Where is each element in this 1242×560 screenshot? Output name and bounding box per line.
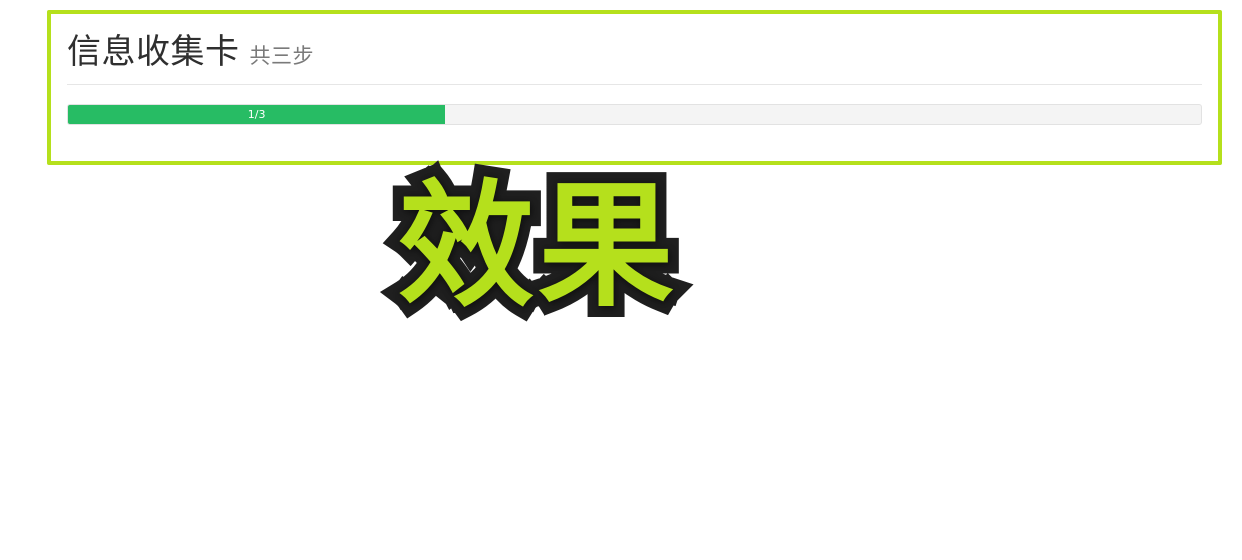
header-divider [67,84,1202,85]
effect-caption: 效果 [387,166,685,326]
progress-fill: 1/3 [68,105,446,124]
progress-label: 1/3 [247,108,266,121]
card-title: 信息收集卡 [67,32,240,72]
info-card: 信息收集卡 共三步 1/3 [47,10,1222,165]
card-header: 信息收集卡 共三步 [67,24,1202,73]
card-subtitle: 共三步 [249,44,314,68]
progress-bar: 1/3 [67,104,1202,125]
